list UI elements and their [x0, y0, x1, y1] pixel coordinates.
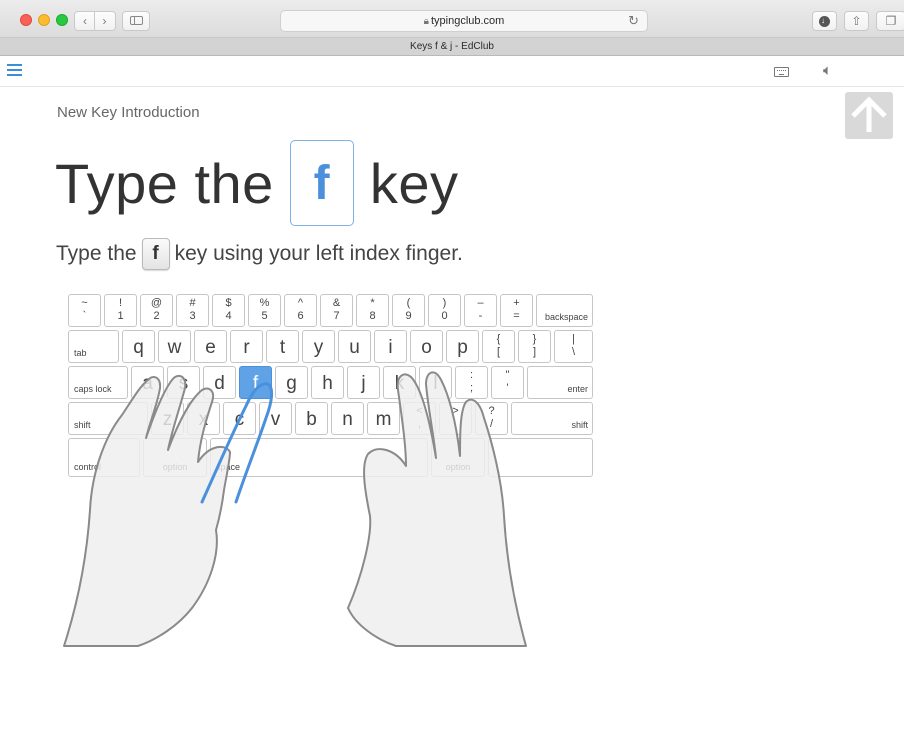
key-6: ^ 6 — [284, 294, 317, 327]
zoom-window-button[interactable] — [56, 14, 68, 26]
back-button[interactable]: ‹ — [76, 12, 95, 30]
headline-before: Type the — [55, 151, 274, 215]
key-minus: – - — [464, 294, 497, 327]
tab-bar: Keys f & j - EdClub — [0, 38, 904, 56]
page-header: 🔈︎ — [0, 56, 904, 87]
key-9: (9 — [392, 294, 425, 327]
browser-titlebar: ‹› 🔒︎typingclub.com ↻ ⇧ ❐ — [0, 0, 904, 38]
downloads-button[interactable] — [812, 11, 837, 31]
key-backtick: ~ ` — [68, 294, 101, 327]
right-hand-icon — [347, 371, 527, 647]
lesson-instruction: Type the f key using your left index fin… — [56, 237, 463, 271]
lesson-subtitle: New Key Introduction — [57, 104, 200, 121]
sidebar-icon — [129, 16, 143, 25]
hamburger-menu-icon[interactable] — [7, 64, 22, 76]
tab-title[interactable]: Keys f & j - EdClub — [410, 41, 494, 52]
address-bar[interactable]: 🔒︎ typingclub.com ↻ — [280, 10, 648, 32]
tabs-overview-button[interactable]: ❐ — [876, 11, 904, 31]
key-equals: + = — [500, 294, 533, 327]
speaker-icon[interactable]: 🔈︎ — [823, 62, 832, 79]
history-nav: ‹ › — [74, 11, 116, 31]
lesson-headline: Type the f key — [55, 140, 458, 226]
sidebar-toggle-button[interactable] — [122, 11, 150, 31]
key-backslash: | \ — [554, 330, 593, 363]
reload-icon[interactable]: ↻ — [628, 11, 639, 31]
close-window-button[interactable] — [20, 14, 32, 26]
key-7: & 7 — [320, 294, 353, 327]
hands-illustration — [63, 371, 527, 647]
key-2: @2 — [140, 294, 173, 327]
lock-icon: 🔒︎ — [423, 16, 429, 27]
url-text: typingclub.com — [430, 15, 505, 27]
key-4: $4 — [212, 294, 245, 327]
instruction-before: Type the — [56, 242, 137, 265]
download-icon — [819, 12, 830, 30]
share-button[interactable]: ⇧ — [844, 11, 869, 31]
arrow-up-icon — [851, 96, 887, 132]
key-5: % 5 — [248, 294, 281, 327]
share-icon: ⇧ — [851, 14, 862, 28]
key-8: * 8 — [356, 294, 389, 327]
instruction-after: key using your left index finger. — [174, 242, 463, 265]
headline-after: key — [369, 151, 459, 215]
key-backspace: backspace — [536, 294, 593, 327]
target-key-large: f — [289, 140, 354, 226]
forward-button[interactable]: › — [95, 12, 114, 30]
keyboard-icon[interactable] — [774, 67, 789, 77]
key-3: #3 — [176, 294, 209, 327]
scroll-top-button[interactable] — [845, 92, 893, 139]
left-hand-icon — [63, 374, 231, 647]
tabs-icon: ❐ — [885, 14, 897, 28]
minimize-window-button[interactable] — [38, 14, 50, 26]
key-0: ) 0 — [428, 294, 461, 327]
key-1: ! 1 — [104, 294, 137, 327]
target-key-small: f — [141, 238, 170, 270]
